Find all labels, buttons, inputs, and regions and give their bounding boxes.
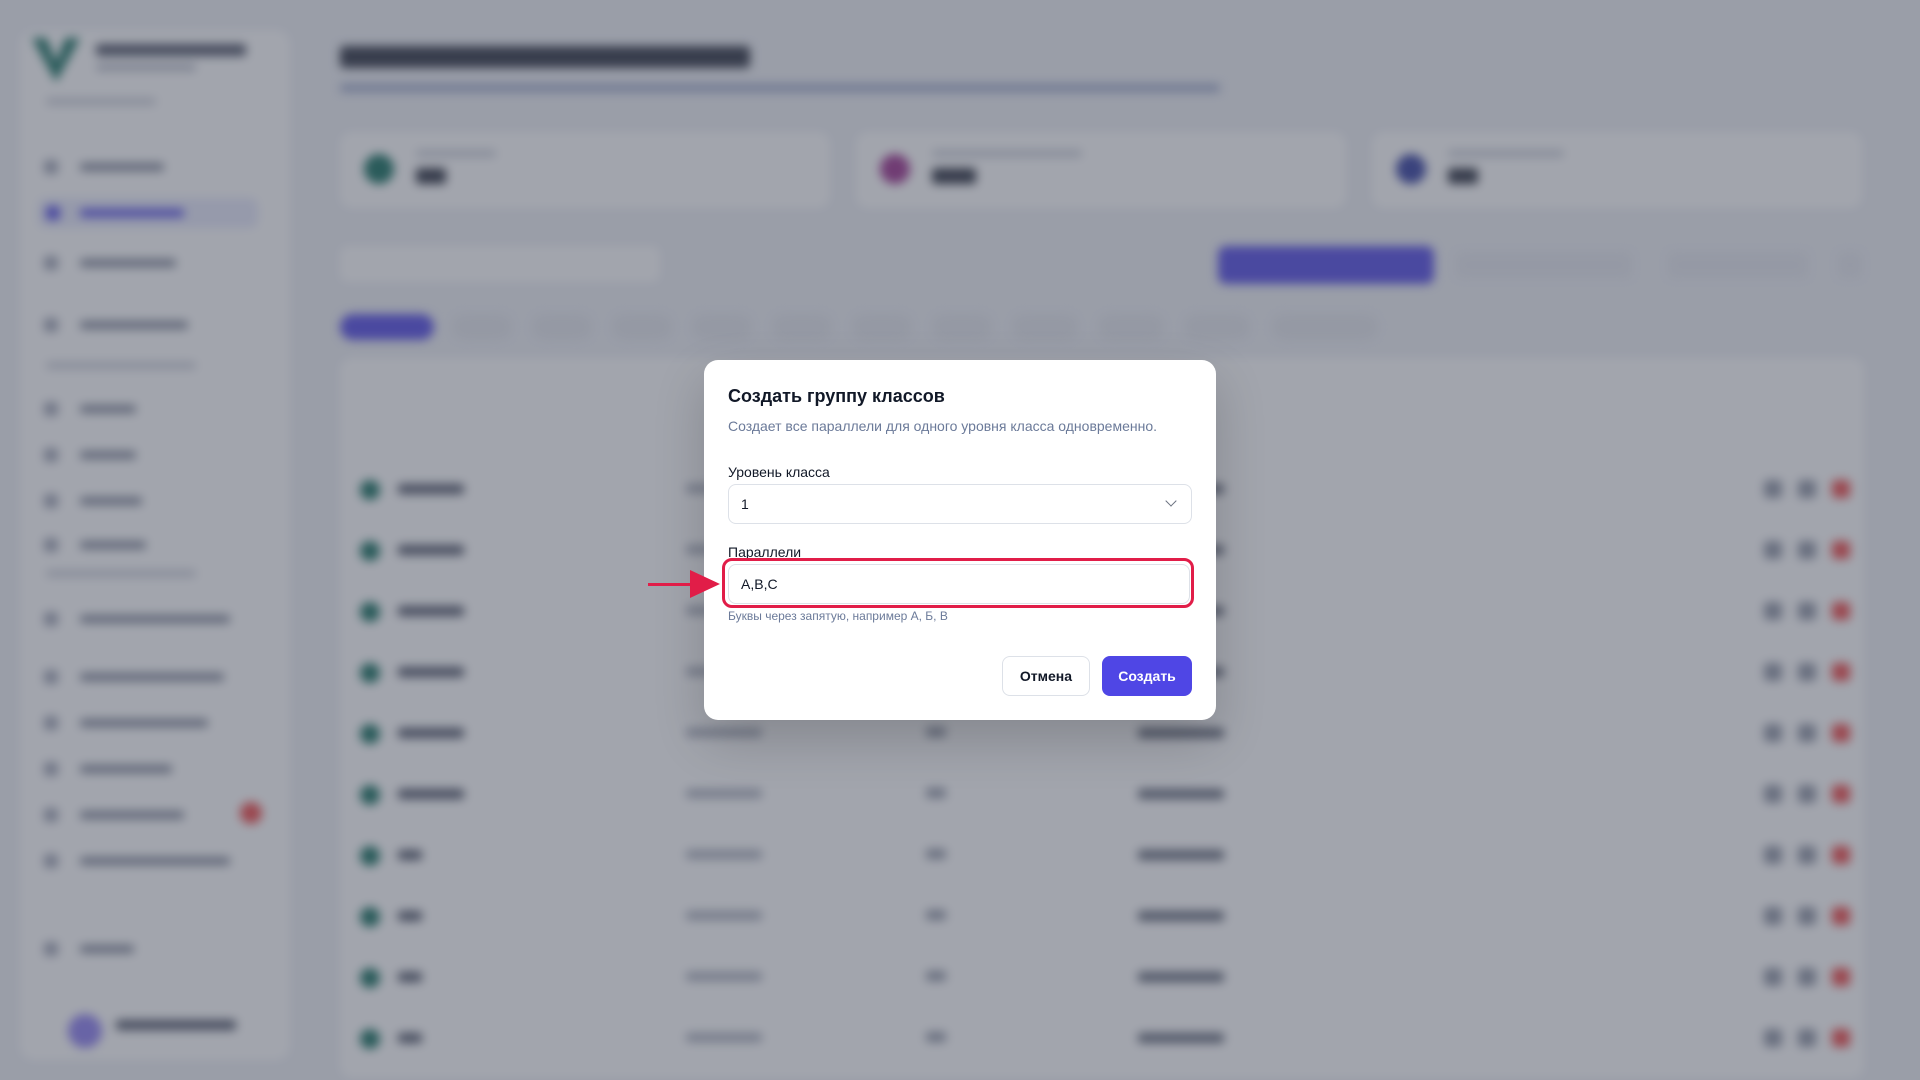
create-button[interactable]: Создать <box>1102 656 1192 696</box>
arrow-head-icon <box>690 570 720 598</box>
parallels-hint: Буквы через запятую, например А, Б, В <box>728 609 948 623</box>
input-highlight-frame <box>722 558 1194 608</box>
grade-select-value: 1 <box>741 496 749 512</box>
arrow-right-icon <box>648 583 692 586</box>
create-class-group-dialog: Создать группу классов Создает все парал… <box>704 360 1216 720</box>
grade-label: Уровень класса <box>728 464 830 480</box>
dialog-title: Создать группу классов <box>728 386 945 406</box>
grade-select[interactable]: 1 <box>728 484 1192 524</box>
cancel-button[interactable]: Отмена <box>1002 656 1090 696</box>
chevron-down-icon <box>1165 495 1177 507</box>
dialog-description: Создает все параллели для одного уровня … <box>728 418 1158 434</box>
